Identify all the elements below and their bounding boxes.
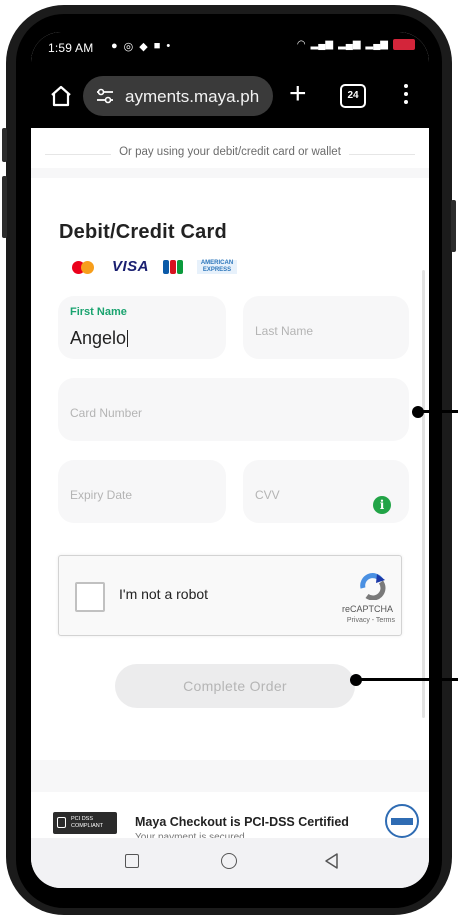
- chat-icon: ●: [111, 40, 118, 52]
- back-button[interactable]: [323, 852, 341, 870]
- scrollbar[interactable]: [422, 270, 425, 718]
- expiry-date-label: Expiry Date: [70, 488, 133, 502]
- location-icon: ◆: [139, 41, 148, 53]
- section-separator: [31, 760, 429, 792]
- complete-order-button[interactable]: Complete Order: [115, 664, 355, 708]
- signal-icon: ▂▄▆: [310, 39, 334, 50]
- pci-dss-badge: PCI DSS COMPLIANT: [53, 812, 117, 834]
- recaptcha-widget: I'm not a robot reCAPTCHA Privacy - Term…: [58, 555, 402, 636]
- security-footer: PCI DSS COMPLIANT Maya Checkout is PCI-D…: [31, 792, 429, 838]
- wifi-icon: ◠: [296, 39, 306, 50]
- new-tab-button[interactable]: +: [289, 78, 307, 110]
- url-text: ayments.maya.ph: [125, 87, 260, 106]
- jcb-icon: [163, 259, 184, 274]
- phone-side-button: [2, 176, 7, 238]
- signal-icon: ▂▄▆: [338, 39, 361, 50]
- site-settings-icon[interactable]: [95, 86, 115, 106]
- card-number-field[interactable]: Card Number: [58, 378, 409, 441]
- browser-menu-icon[interactable]: [403, 82, 409, 108]
- status-bar: 1:59 AM ● ◎ ◆ ■ • ◠ ▂▄▆ ▂▄▆ ▂▄▆: [31, 32, 429, 66]
- amex-icon: AMERICAN EXPRESS: [197, 259, 238, 274]
- pci-certified-text: Maya Checkout is PCI-DSS Certified: [135, 815, 349, 829]
- recaptcha-brand: reCAPTCHA: [341, 604, 393, 614]
- address-bar[interactable]: ayments.maya.ph: [83, 76, 273, 116]
- last-name-field[interactable]: Last Name: [243, 296, 409, 359]
- divider-text: Or pay using your debit/credit card or w…: [31, 146, 429, 158]
- phone-side-button: [2, 128, 7, 162]
- cvv-info-icon[interactable]: i: [373, 496, 391, 514]
- cvv-field[interactable]: CVV i: [243, 460, 409, 523]
- expiry-date-field[interactable]: Expiry Date: [58, 460, 226, 523]
- card-brands: VISA AMERICAN EXPRESS: [72, 258, 238, 275]
- recaptcha-checkbox[interactable]: [75, 582, 105, 612]
- first-name-field[interactable]: First Name Angelo: [58, 296, 226, 359]
- recaptcha-logo-icon: [360, 573, 386, 600]
- phone-side-button: [451, 200, 456, 252]
- annotation-pointer-line: [420, 410, 458, 413]
- dot-icon: •: [166, 40, 171, 52]
- lock-icon: [57, 817, 66, 828]
- home-icon[interactable]: [49, 84, 73, 108]
- first-name-value: Angelo: [70, 328, 129, 348]
- tab-switcher-button[interactable]: 24: [340, 84, 366, 108]
- first-name-label: First Name: [70, 306, 127, 318]
- recents-button[interactable]: [125, 854, 139, 868]
- recaptcha-links[interactable]: Privacy - Terms: [347, 617, 395, 624]
- phone-screen: 1:59 AM ● ◎ ◆ ■ • ◠ ▂▄▆ ▂▄▆ ▂▄▆ ayments.…: [31, 32, 429, 888]
- section-separator: [31, 168, 429, 178]
- recaptcha-label: I'm not a robot: [119, 586, 209, 602]
- checkout-page: Or pay using your debit/credit card or w…: [31, 128, 429, 838]
- messenger-icon: ◎: [123, 41, 134, 53]
- browser-toolbar: ayments.maya.ph + 24: [31, 66, 429, 128]
- facebook-icon: ■: [153, 40, 161, 52]
- system-icons: ◠ ▂▄▆ ▂▄▆ ▂▄▆: [297, 39, 415, 50]
- android-nav-bar: [31, 838, 429, 888]
- notification-icons: ● ◎ ◆ ■ •: [111, 40, 170, 53]
- card-number-label: Card Number: [70, 406, 143, 420]
- cvv-label: CVV: [255, 488, 280, 502]
- mastercard-icon: [72, 259, 98, 275]
- battery-icon: [393, 39, 415, 50]
- home-button[interactable]: [221, 853, 237, 869]
- last-name-label: Last Name: [255, 324, 314, 338]
- annotation-pointer-line: [358, 678, 458, 681]
- card-section-title: Debit/Credit Card: [59, 221, 227, 243]
- signal-icon: ▂▄▆: [365, 39, 388, 50]
- status-time: 1:59 AM: [48, 41, 94, 55]
- certification-seal-icon: [385, 804, 419, 838]
- visa-icon: VISA: [112, 258, 150, 275]
